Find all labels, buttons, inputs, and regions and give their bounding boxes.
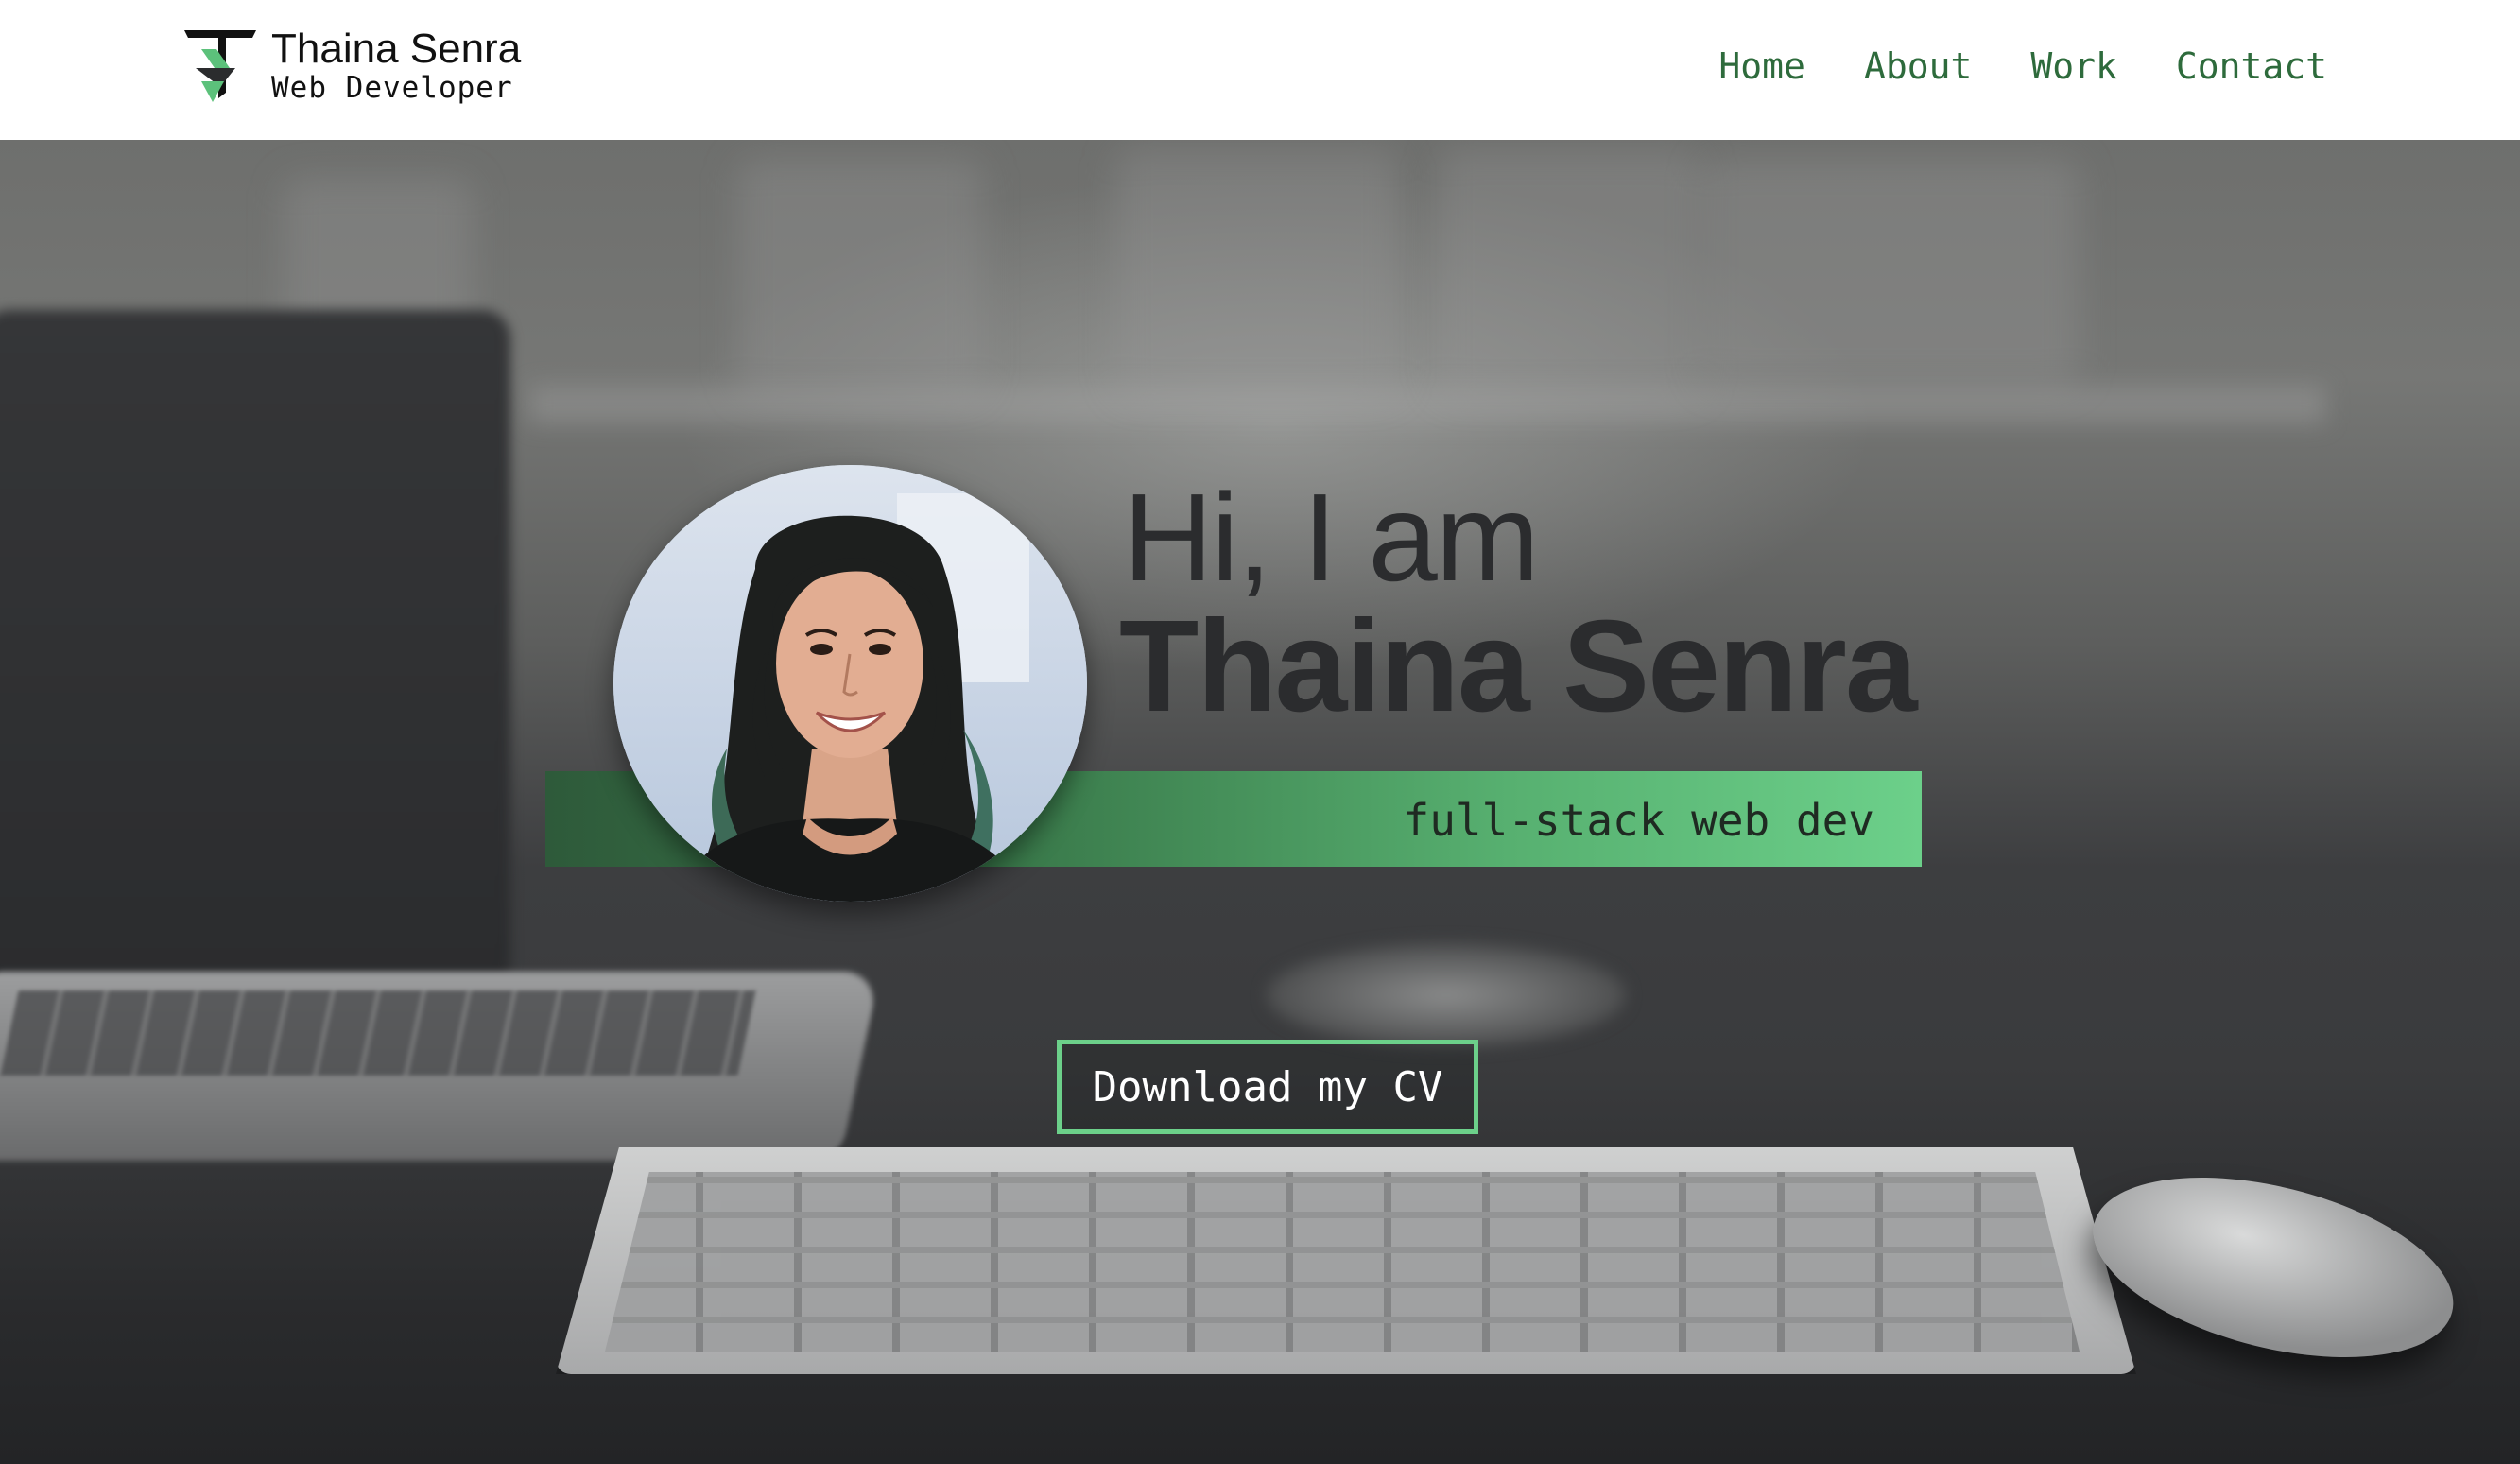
nav-contact[interactable]: Contact bbox=[2176, 42, 2327, 91]
nav-work[interactable]: Work bbox=[2030, 42, 2117, 91]
background-laptop-keys bbox=[0, 990, 756, 1076]
brand-logo-link[interactable]: Thaina Senra Web Developer bbox=[182, 26, 521, 104]
brand-role: Web Developer bbox=[271, 71, 513, 105]
background-laptop-screen bbox=[0, 310, 510, 990]
hero-name: Thaina Senra bbox=[1119, 594, 1918, 739]
background-shelf-item bbox=[737, 159, 983, 395]
profile-photo bbox=[613, 465, 1087, 902]
hero-greeting: Hi, I am bbox=[1123, 468, 1540, 607]
nav-home[interactable]: Home bbox=[1718, 42, 1805, 91]
download-cv-button[interactable]: Download my CV bbox=[1057, 1040, 1478, 1134]
avatar-illustration bbox=[613, 465, 1087, 902]
site-header: Thaina Senra Web Developer Home About Wo… bbox=[0, 0, 2520, 140]
background-shelf-item bbox=[1701, 159, 2080, 386]
tagline: full-stack web dev bbox=[1403, 795, 1875, 846]
brand-name: Thaina Senra bbox=[271, 26, 522, 72]
nav-about[interactable]: About bbox=[1864, 42, 1972, 91]
background-shelf-item bbox=[1115, 149, 1399, 395]
ts-monogram-icon bbox=[184, 30, 256, 102]
background-shelf bbox=[529, 386, 2325, 423]
background-bowl bbox=[1267, 943, 1626, 1047]
background-shelf-item bbox=[1437, 149, 1701, 395]
background-keyboard-keys bbox=[605, 1172, 2080, 1352]
main-nav: Home About Work Contact bbox=[1718, 42, 2327, 91]
